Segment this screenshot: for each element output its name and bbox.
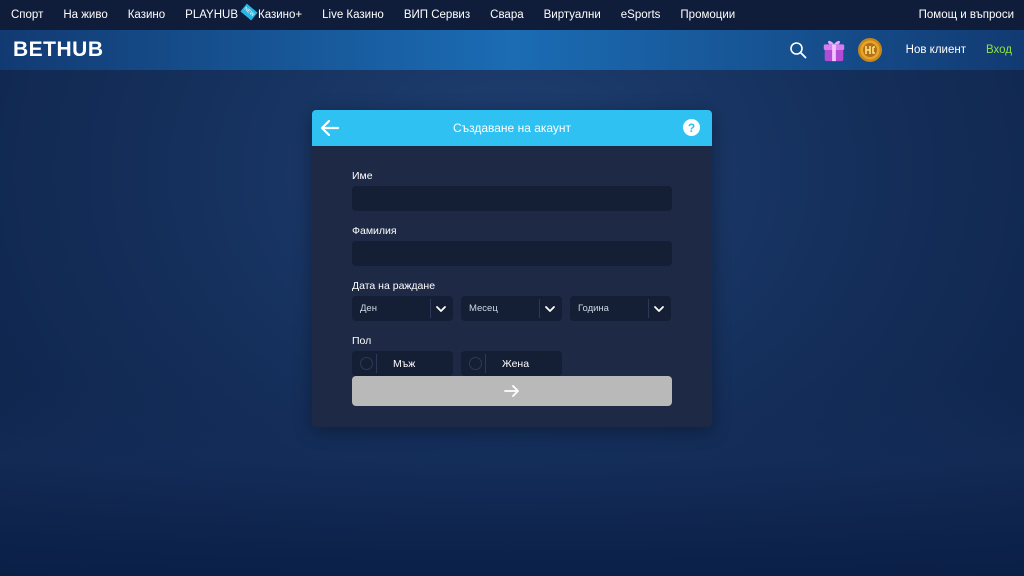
header-actions: Нов клиент Вход (785, 37, 1024, 63)
gender-female-radio[interactable]: Жена (461, 351, 562, 376)
year-select[interactable]: Година (570, 296, 671, 321)
last-name-label: Фамилия (352, 225, 397, 237)
last-name-group: Фамилия (352, 225, 672, 266)
registration-form: Име Фамилия Дата на раждане Ден Месец Го… (352, 170, 672, 386)
select-divider (539, 299, 540, 318)
dialog-title: Създаване на акаунт (452, 121, 572, 135)
new-client-link[interactable]: Нов клиент (906, 44, 966, 56)
gift-icon[interactable] (821, 37, 847, 63)
month-select[interactable]: Месец (461, 296, 562, 321)
radio-circle (469, 357, 482, 370)
select-divider (430, 299, 431, 318)
nav-sport[interactable]: Спорт (0, 9, 53, 21)
first-name-input[interactable] (352, 186, 672, 211)
coin-icon[interactable] (857, 37, 883, 63)
gender-label: Пол (352, 335, 372, 347)
top-navigation: Спорт На живо Казино PLAYHUB NEW Казино+… (0, 0, 1024, 30)
chevron-down-icon (545, 306, 555, 312)
gender-group: Пол Мъж Жена (352, 335, 672, 376)
gender-female-label: Жена (502, 357, 530, 370)
day-select[interactable]: Ден (352, 296, 453, 321)
nav-virtual[interactable]: Виртуални (534, 9, 611, 21)
next-button[interactable] (352, 376, 672, 406)
nav-live[interactable]: На живо (53, 9, 117, 21)
nav-playhub-label: PLAYHUB (185, 9, 238, 21)
nav-casino-plus[interactable]: Казино+ (248, 9, 312, 21)
nav-playhub[interactable]: PLAYHUB NEW (175, 3, 258, 21)
first-name-group: Име (352, 170, 672, 211)
nav-esports[interactable]: eSports (611, 9, 671, 21)
nav-casino[interactable]: Казино (118, 9, 175, 21)
chevron-down-icon (436, 306, 446, 312)
radio-circle (360, 357, 373, 370)
create-account-dialog: Създаване на акаунт ? Име Фамилия Дата н… (312, 110, 712, 427)
first-name-label: Име (352, 170, 373, 182)
dob-group: Дата на раждане Ден Месец Година (352, 280, 672, 321)
dob-selects: Ден Месец Година (352, 296, 672, 321)
last-name-input[interactable] (352, 241, 672, 266)
radio-divider (376, 354, 377, 373)
select-divider (648, 299, 649, 318)
logo[interactable]: BETHUB (13, 38, 104, 62)
dob-label: Дата на раждане (352, 280, 436, 292)
arrow-left-icon[interactable] (320, 118, 340, 138)
gender-options: Мъж Жена (352, 351, 672, 376)
nav-live-casino[interactable]: Live Казино (312, 9, 394, 21)
main-header: BETHUB Нов клиент Вход (0, 30, 1024, 70)
chevron-down-icon (654, 306, 664, 312)
radio-divider (485, 354, 486, 373)
gender-male-radio[interactable]: Мъж (352, 351, 453, 376)
nav-svara[interactable]: Свара (480, 9, 533, 21)
gender-male-label: Мъж (393, 357, 416, 370)
help-icon[interactable]: ? (683, 119, 700, 136)
nav-help[interactable]: Помощ и въпроси (909, 9, 1024, 21)
search-icon[interactable] (785, 37, 811, 63)
month-select-value: Месец (469, 303, 498, 314)
arrow-right-icon (504, 385, 519, 397)
dialog-header: Създаване на акаунт ? (312, 110, 712, 146)
day-select-value: Ден (360, 303, 377, 314)
login-link[interactable]: Вход (986, 44, 1012, 56)
nav-promotions[interactable]: Промоции (670, 9, 745, 21)
nav-vip-service[interactable]: ВИП Сервиз (394, 9, 480, 21)
year-select-value: Година (578, 303, 609, 314)
